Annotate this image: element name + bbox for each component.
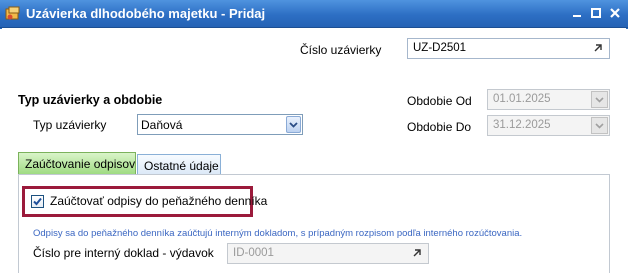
lookup-icon[interactable]: [409, 245, 426, 262]
obdobie-do-field[interactable]: 31.12.2025: [487, 115, 610, 136]
checkmark-icon: [33, 197, 42, 206]
zauctovat-checkbox-label[interactable]: Zaúčtovať odpisy do peňažného denníka: [50, 194, 267, 208]
obdobie-do-value: 31.12.2025: [493, 119, 551, 131]
window-title: Uzávierka dlhodobého majetku - Pridaj: [26, 6, 266, 21]
title-bar[interactable]: Uzávierka dlhodobého majetku - Pridaj: [0, 0, 628, 28]
tab-ostatne-udaje[interactable]: Ostatné údaje: [137, 154, 221, 174]
calendar-dropdown-icon[interactable]: [591, 91, 608, 108]
cislo-uzavierky-field[interactable]: UZ-D2501: [407, 38, 610, 59]
calendar-dropdown-icon[interactable]: [591, 117, 608, 134]
obdobie-od-value: 01.01.2025: [493, 93, 551, 105]
doklad-value: ID-0001: [233, 247, 274, 259]
obdobie-od-label: Obdobie Od: [407, 94, 472, 108]
cislo-uzavierky-label: Číslo uzávierky: [300, 43, 382, 57]
app-icon: [5, 6, 20, 20]
tab-panel-right-border: [609, 174, 610, 273]
tab-panel-top-border: [18, 174, 610, 175]
obdobie-do-label: Obdobie Do: [407, 120, 472, 134]
hint-text: Odpisy sa do peňažného denníka zaúčtujú …: [33, 228, 523, 239]
chevron-down-icon: [289, 122, 298, 128]
obdobie-od-field[interactable]: 01.01.2025: [487, 89, 610, 110]
typ-uzavierky-value: Daňová: [141, 118, 183, 132]
typ-uzavierky-label: Typ uzávierky: [33, 118, 107, 132]
highlight-frame: Zaúčtovať odpisy do peňažného denníka: [22, 186, 267, 217]
typ-uzavierky-select[interactable]: Daňová: [137, 114, 303, 135]
dropdown-button[interactable]: [286, 116, 301, 133]
minimize-icon[interactable]: [570, 6, 584, 20]
section-heading: Typ uzávierky a obdobie: [18, 93, 163, 107]
doklad-label: Číslo pre interný doklad - výdavok: [33, 246, 214, 260]
lookup-icon[interactable]: [590, 40, 607, 57]
tab-panel-left-border: [18, 174, 19, 273]
zauctovat-checkbox[interactable]: [31, 195, 44, 208]
cislo-uzavierky-value: UZ-D2501: [413, 42, 467, 54]
maximize-icon[interactable]: [589, 6, 603, 20]
doklad-field[interactable]: ID-0001: [227, 243, 429, 264]
tab-zauctovanie-odpisov[interactable]: Zaúčtovanie odpisov: [18, 152, 136, 174]
close-icon[interactable]: [608, 6, 622, 20]
